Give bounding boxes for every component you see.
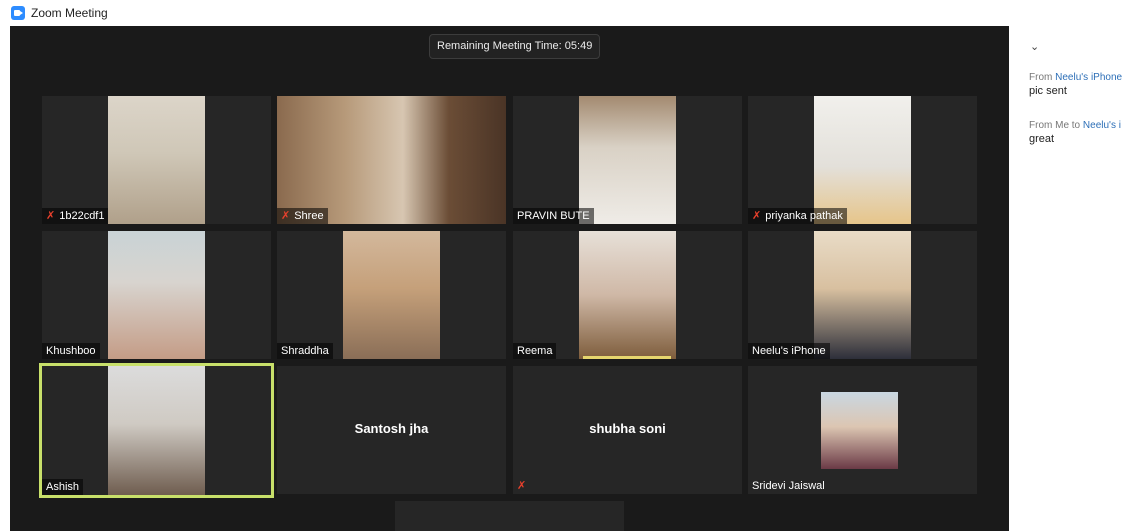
participant-name-tag: Shraddha (277, 343, 333, 359)
meeting-view: Remaining Meeting Time: 05:49 ✗ 1b22cdf1… (10, 26, 1009, 531)
participant-tile[interactable]: ✗ priyanka pathak (748, 96, 977, 224)
participant-name-tag: Sridevi Jaiswal (748, 478, 829, 494)
chat-from-label: From (1029, 72, 1053, 83)
participant-tile[interactable]: ✗ 1b22cdf1 (42, 96, 271, 224)
participant-video (108, 366, 205, 495)
participant-tile[interactable]: shubha soni ✗ (513, 366, 742, 494)
title-bar: Zoom Meeting (0, 0, 1135, 26)
muted-mic-icon: ✗ (517, 480, 527, 492)
chat-message-meta: From Me to Neelu's i (1029, 120, 1135, 131)
participant-name: PRAVIN BUTE (517, 210, 590, 222)
window-title: Zoom Meeting (31, 6, 108, 20)
participant-video (108, 231, 205, 359)
participant-name: shubha soni (589, 420, 666, 436)
muted-mic-icon: ✗ (752, 210, 762, 222)
participant-name-tag: Khushboo (42, 343, 100, 359)
participant-name: Sridevi Jaiswal (752, 480, 825, 492)
chevron-down-icon[interactable]: ⌄ (1030, 40, 1039, 53)
participant-video (277, 96, 506, 224)
participant-video (814, 231, 911, 359)
participant-tile[interactable]: Neelu's iPhone (748, 231, 977, 359)
chat-message-text: great (1029, 133, 1055, 145)
participant-name-tag: Reema (513, 343, 557, 359)
participant-name-tag: Neelu's iPhone (748, 343, 830, 359)
participant-name: Reema (517, 345, 553, 357)
chat-from-label: From Me to (1029, 120, 1081, 131)
participant-video (579, 96, 676, 224)
participant-name: priyanka pathak (765, 210, 843, 222)
participant-tile[interactable]: Khushboo (42, 231, 271, 359)
chat-message: From Me to Neelu's i great (1029, 120, 1135, 145)
participant-tile[interactable]: ✗ Shree (277, 96, 506, 224)
participant-name-tag: ✗ 1b22cdf1 (42, 208, 109, 224)
participant-video (343, 231, 440, 359)
pagination-tile (395, 501, 624, 531)
chat-message-meta: From Neelu's iPhone (1029, 72, 1135, 83)
participant-name-tag: ✗ Shree (277, 208, 328, 224)
participant-name: Shraddha (281, 345, 329, 357)
muted-mic-icon: ✗ (281, 210, 291, 222)
participant-name-tag: PRAVIN BUTE (513, 208, 594, 224)
participant-video (814, 96, 911, 224)
participant-name: Shree (294, 210, 324, 222)
profile-picture (821, 392, 898, 469)
participant-tile[interactable]: Shraddha (277, 231, 506, 359)
participant-name: Neelu's iPhone (752, 345, 826, 357)
speaking-indicator (583, 356, 671, 359)
participant-video (108, 96, 205, 224)
chat-message-text: pic sent (1029, 85, 1067, 97)
participant-name: Khushboo (46, 345, 96, 357)
zoom-logo-icon (11, 6, 25, 20)
participant-name-tag: Ashish (42, 479, 84, 495)
muted-mic-icon: ✗ (46, 210, 56, 222)
participant-name: 1b22cdf1 (59, 210, 105, 222)
remaining-time-banner: Remaining Meeting Time: 05:49 (429, 34, 601, 59)
participant-tile[interactable]: Reema (513, 231, 742, 359)
participant-name: Santosh jha (354, 420, 429, 436)
chat-sender-link[interactable]: Neelu's i (1083, 120, 1121, 131)
participant-video (579, 231, 676, 359)
participant-tile[interactable]: Santosh jha (277, 366, 506, 494)
participant-tile[interactable]: PRAVIN BUTE (513, 96, 742, 224)
chat-sender-link[interactable]: Neelu's iPhone (1055, 72, 1122, 83)
participant-name-tag: ✗ priyanka pathak (748, 208, 847, 224)
participant-name: Ashish (46, 481, 80, 493)
participant-tile-active-speaker[interactable]: Ashish (39, 363, 274, 498)
chat-message: From Neelu's iPhone pic sent (1029, 72, 1135, 97)
participant-tile[interactable]: Sridevi Jaiswal (748, 366, 977, 494)
chat-panel: ⌄ From Neelu's iPhone pic sent From Me t… (1012, 26, 1135, 531)
